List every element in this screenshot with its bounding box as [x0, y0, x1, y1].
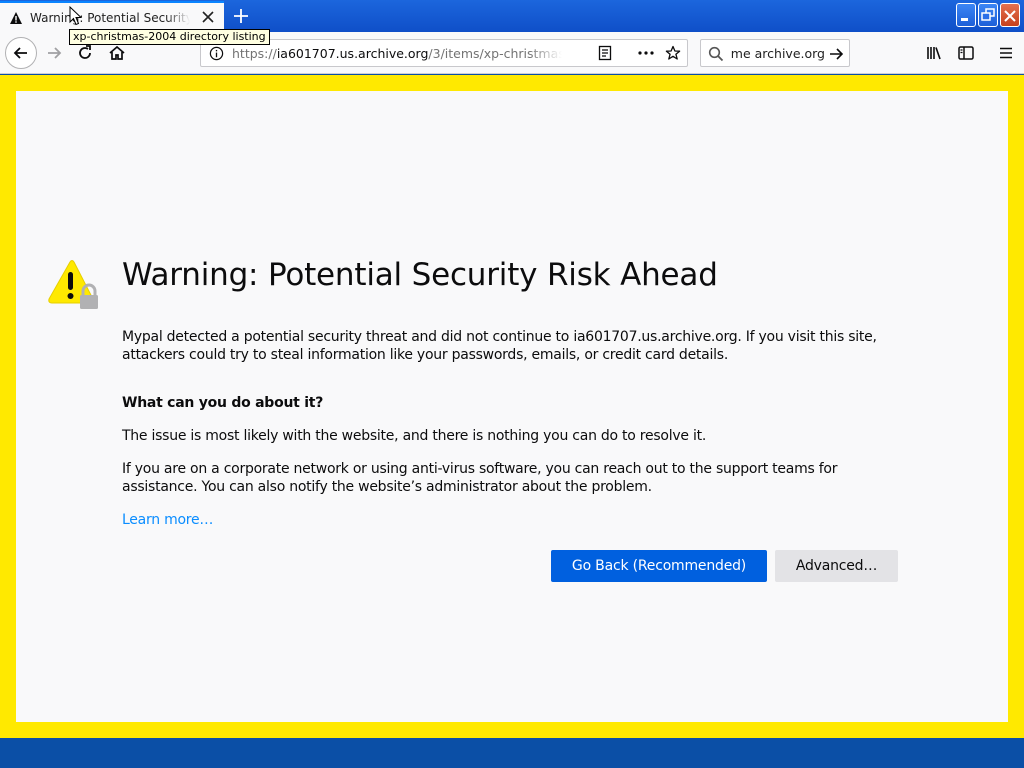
corporate-network-text: If you are on a corporate network or usi…	[122, 461, 838, 495]
search-go-arrow-icon[interactable]	[828, 46, 844, 62]
library-button[interactable]	[920, 39, 948, 67]
tab-title: Warning: Potential Security Risk Ahead	[30, 10, 190, 25]
restore-icon	[981, 8, 995, 21]
advanced-button[interactable]: Advanced…	[775, 550, 898, 582]
url-text[interactable]: https://ia601707.us.archive.org/3/items/…	[232, 46, 562, 61]
hamburger-menu-icon	[1000, 47, 1012, 59]
url-bar[interactable]: https://ia601707.us.archive.org/3/items/…	[200, 39, 688, 67]
what-can-you-do-heading: What can you do about it?	[122, 395, 324, 411]
back-arrow-icon	[13, 47, 27, 59]
restore-button[interactable]	[978, 3, 998, 27]
home-icon	[109, 45, 125, 60]
reader-view-icon[interactable]	[597, 45, 613, 61]
minimize-icon	[961, 18, 968, 21]
page-actions-icon[interactable]	[637, 45, 655, 61]
search-icon	[708, 46, 724, 62]
go-back-button[interactable]: Go Back (Recommended)	[551, 550, 767, 582]
search-input[interactable]: eme archive.org	[731, 46, 825, 61]
close-window-button[interactable]	[1000, 3, 1020, 27]
info-icon[interactable]	[209, 46, 224, 61]
url-host: ia601707.us.archive.org	[276, 46, 429, 61]
warning-icon	[10, 11, 22, 24]
issue-text: The issue is most likely with the websit…	[122, 428, 707, 444]
taskbar	[0, 738, 1024, 768]
intro-text: Mypal detected a potential security thre…	[122, 329, 877, 363]
close-tab-icon[interactable]	[202, 11, 214, 23]
mouse-cursor-icon	[69, 6, 82, 26]
tooltip: xp-christmas-2004 directory listing	[69, 29, 270, 45]
sidebar-button[interactable]	[952, 39, 980, 67]
forward-button[interactable]	[40, 39, 68, 67]
reload-icon	[79, 45, 91, 59]
bookmark-star-icon[interactable]	[665, 45, 681, 61]
page-title: Warning: Potential Security Risk Ahead	[122, 257, 718, 293]
warning-lock-icon	[48, 260, 98, 309]
url-path: /3/items/xp-christmas-2004	[428, 46, 562, 61]
tab-strip: Warning: Potential Security Risk Ahead	[0, 0, 1024, 32]
url-prefix: https://	[232, 46, 277, 61]
library-icon	[927, 47, 941, 60]
close-icon	[1004, 10, 1016, 22]
forward-arrow-icon	[48, 47, 62, 59]
tab-active[interactable]: Warning: Potential Security Risk Ahead	[0, 1, 224, 32]
search-bar[interactable]: eme archive.org	[700, 39, 850, 67]
new-tab-icon[interactable]	[232, 7, 250, 25]
back-button[interactable]	[5, 37, 37, 69]
sidebar-icon	[958, 46, 974, 60]
menu-button[interactable]	[992, 39, 1020, 67]
minimize-button[interactable]	[956, 3, 976, 27]
learn-more-link[interactable]: Learn more…	[122, 511, 213, 529]
